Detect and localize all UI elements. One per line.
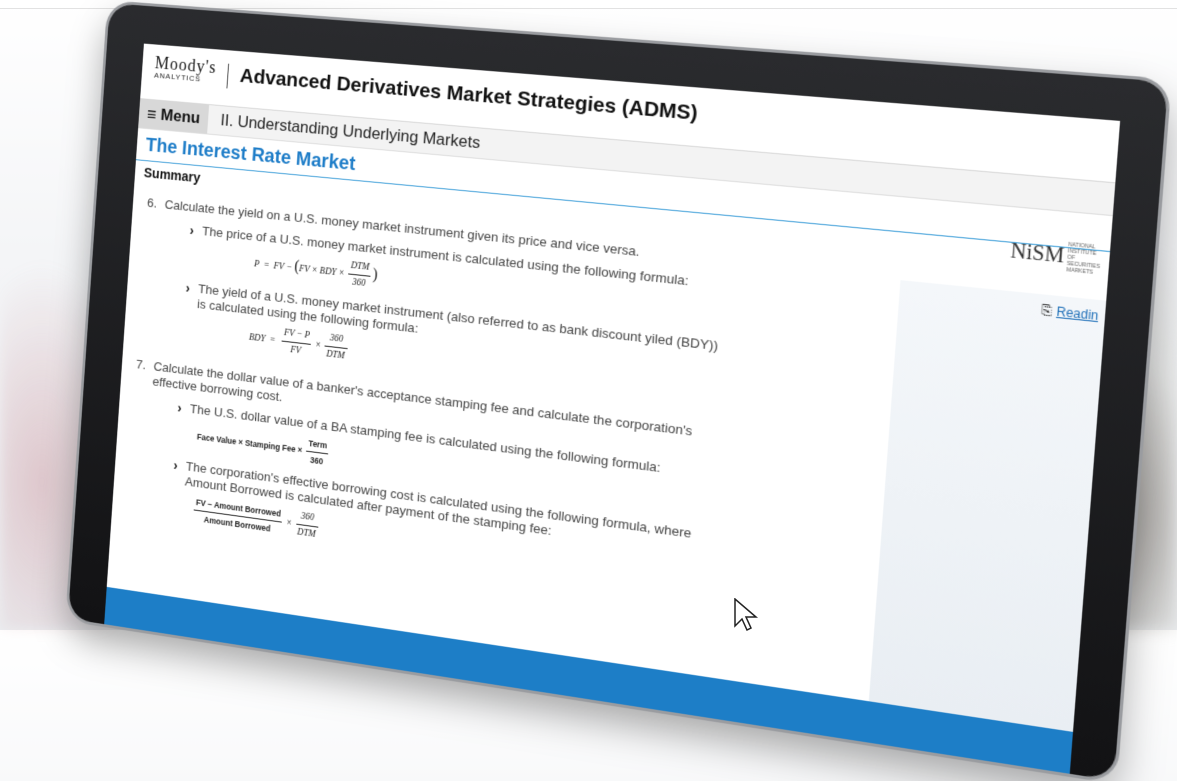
hamburger-icon: ≡ bbox=[146, 104, 157, 125]
nism-logo-subtext: NATIONAL INSTITUTE OF SECURITIES MARKETS bbox=[1066, 241, 1101, 276]
formula-lhs: BDY bbox=[248, 332, 266, 345]
nism-logo: NiSM NATIONAL INSTITUTE OF SECURITIES MAR… bbox=[1009, 237, 1101, 277]
formula-term: FV bbox=[273, 261, 285, 273]
mouse-cursor-icon bbox=[734, 598, 759, 632]
formula-term: FV × BDY × bbox=[298, 264, 345, 279]
fraction-denominator: DTM bbox=[296, 527, 316, 540]
formula-equals: = bbox=[269, 335, 276, 346]
monitor: Moody's ANALYTICS Advanced Derivatives M… bbox=[67, 3, 1169, 781]
formula-fraction: 360 DTM bbox=[324, 330, 349, 364]
fraction-denominator: 360 bbox=[309, 455, 324, 467]
formula-operator: − bbox=[285, 262, 293, 273]
screen: Moody's ANALYTICS Advanced Derivatives M… bbox=[104, 43, 1121, 774]
formula-operator: × bbox=[314, 340, 322, 351]
summary-content: 6. Calculate the yield on a U.S. money m… bbox=[125, 195, 734, 616]
fraction-denominator: 360 bbox=[352, 277, 366, 289]
reading-link-label: Readin bbox=[1055, 304, 1099, 324]
formula-fraction: FV − P FV bbox=[280, 325, 313, 360]
header-divider bbox=[226, 63, 230, 89]
nism-logo-text: NiSM bbox=[1009, 239, 1066, 268]
formula-paren-close: ) bbox=[372, 266, 379, 284]
formula-fraction: Term 360 bbox=[305, 435, 330, 470]
right-panel bbox=[868, 280, 1107, 732]
fraction-denominator: DTM bbox=[325, 349, 346, 362]
formula-operator: × bbox=[285, 518, 293, 529]
book-icon: ⎘ bbox=[1041, 302, 1053, 319]
formula-fraction: DTM 360 bbox=[347, 258, 372, 292]
formula-lhs: P bbox=[253, 259, 260, 270]
formula-fraction: 360 DTM bbox=[295, 508, 320, 543]
menu-button[interactable]: ≡ Menu bbox=[138, 99, 210, 134]
formula-term: Face Value × Stamping Fee × bbox=[196, 431, 303, 455]
formula-equals: = bbox=[263, 260, 270, 271]
formula-fraction: FV − Amount Borrowed Amount Borrowed bbox=[193, 494, 284, 538]
moodys-logo: Moody's ANALYTICS bbox=[154, 53, 227, 85]
section-label: Summary bbox=[143, 164, 201, 186]
fraction-denominator: FV bbox=[290, 345, 302, 357]
menu-label: Menu bbox=[160, 105, 201, 128]
